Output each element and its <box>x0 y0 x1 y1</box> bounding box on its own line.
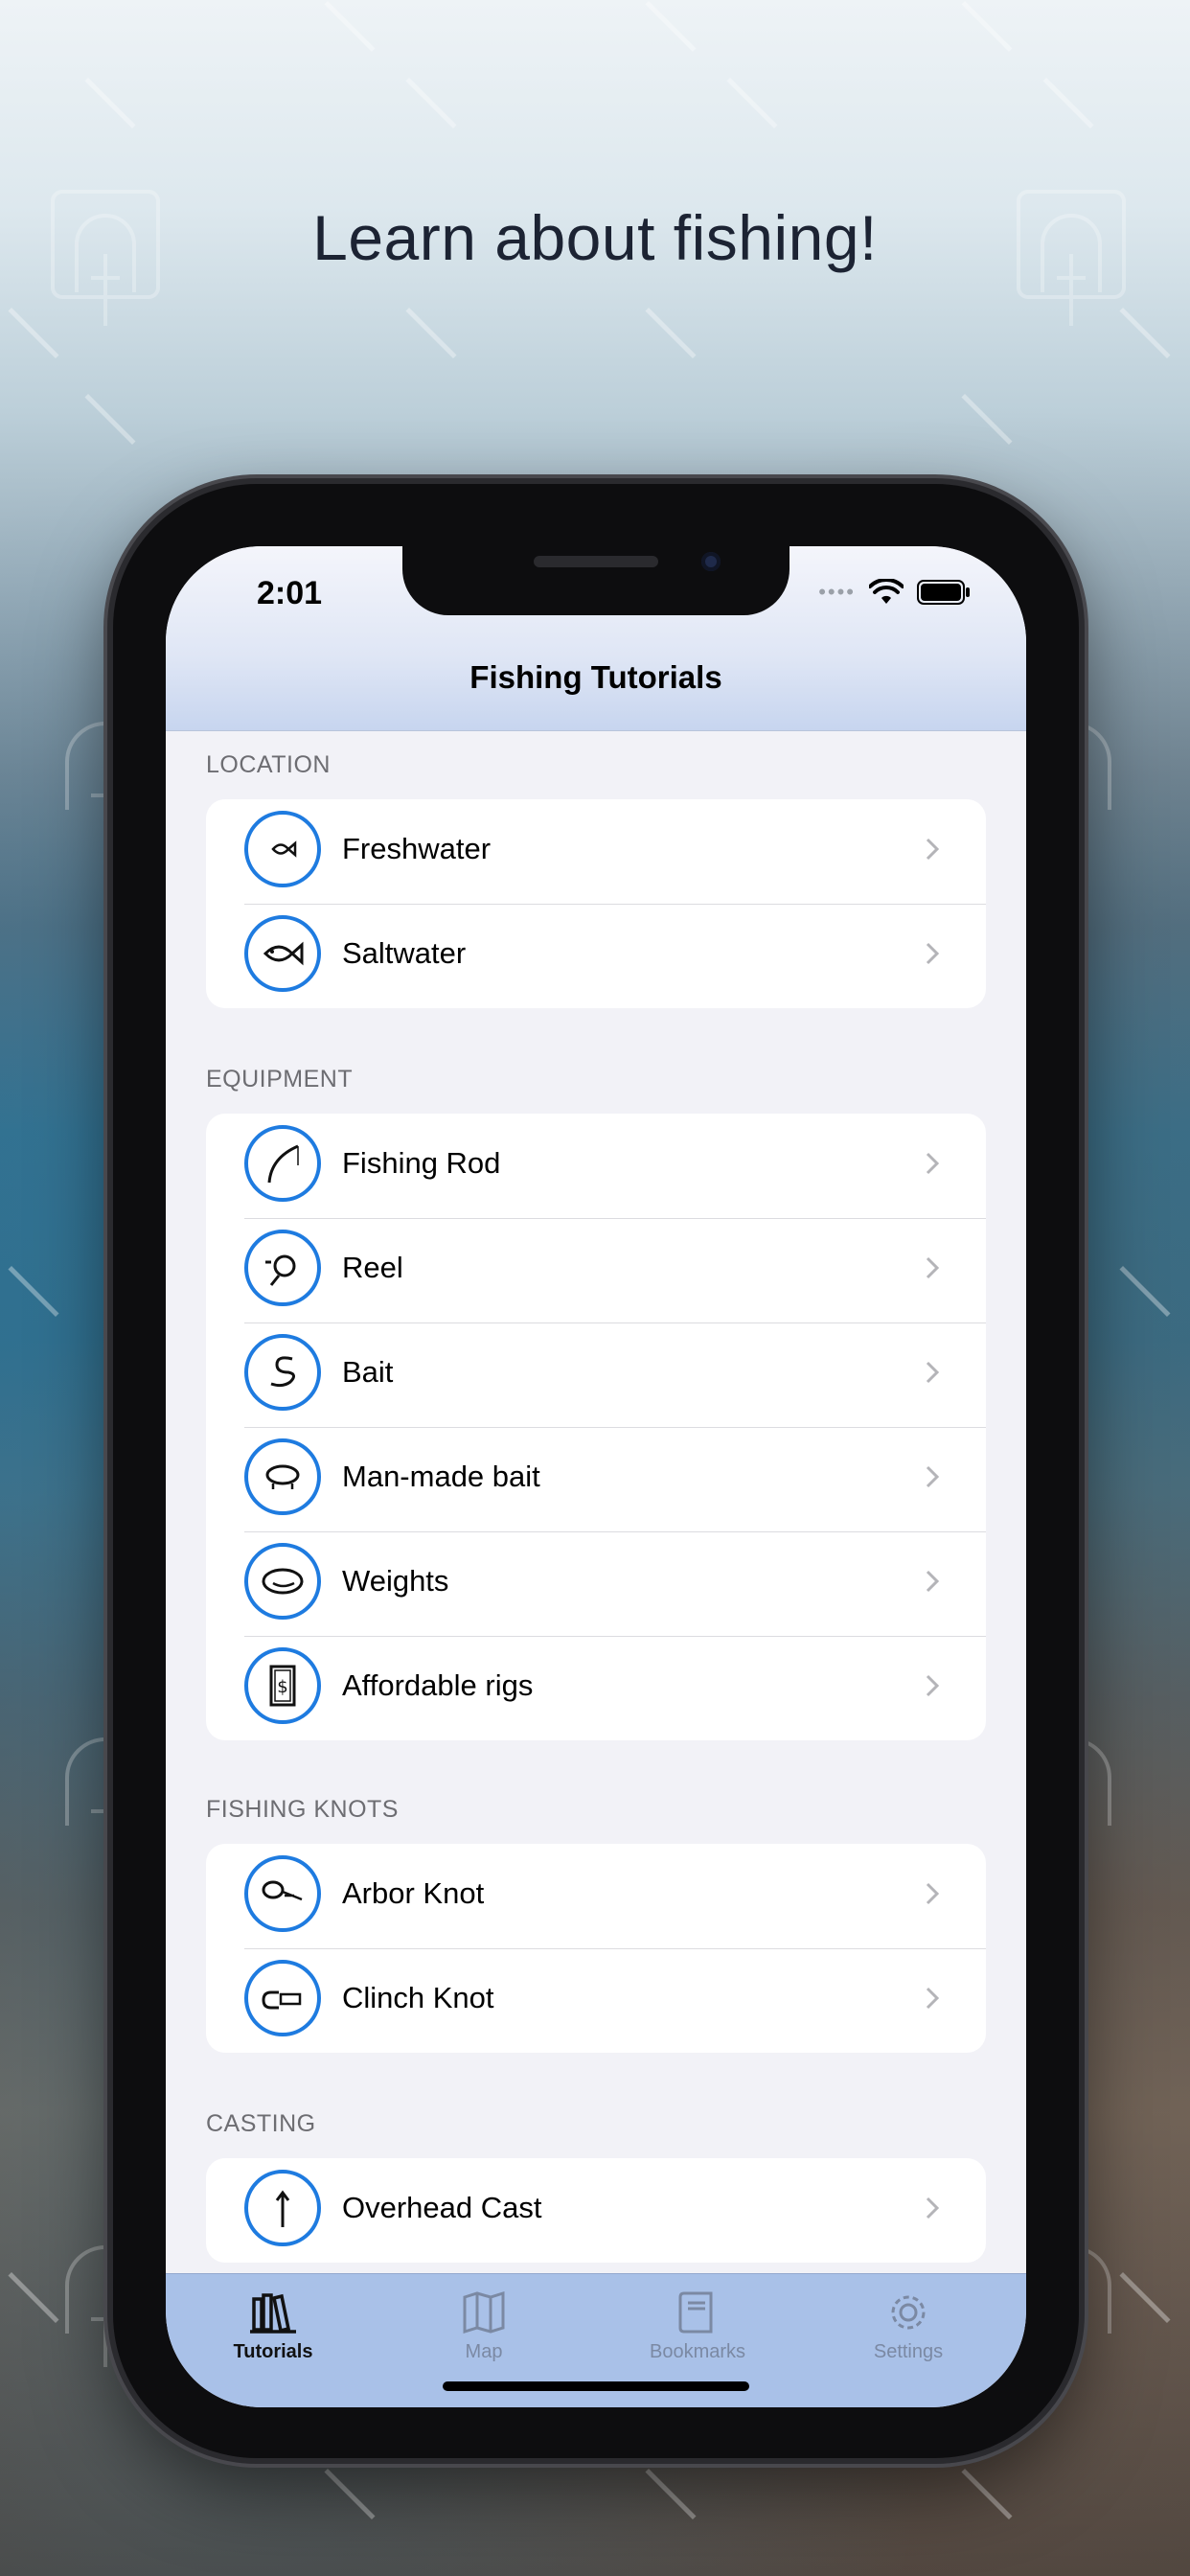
row-label: Weights <box>342 1564 449 1598</box>
tab-label: Settings <box>873 2341 944 2362</box>
row-label: Clinch Knot <box>342 1981 494 2014</box>
speaker-grille <box>534 556 658 567</box>
row-bait[interactable]: Bait <box>206 1322 986 1427</box>
row-label: Arbor Knot <box>342 1876 485 1910</box>
row-clinch-knot[interactable]: Clinch Knot <box>206 1948 986 2053</box>
row-weights[interactable]: Weights <box>206 1531 986 1636</box>
row-label: Fishing Rod <box>342 1146 501 1180</box>
nav-title: Fishing Tutorials <box>469 659 722 695</box>
chevron-right-icon <box>926 1361 940 1384</box>
tab-settings[interactable]: Settings <box>832 2289 985 2376</box>
group-fishing-knots: Arbor Knot Clinch Knot <box>206 1844 986 2053</box>
tutorial-list[interactable]: LOCATION Freshwater Saltwater EQUIPMENT <box>166 730 1026 2273</box>
chevron-right-icon <box>926 1987 940 2010</box>
arrow-up-icon <box>244 2170 321 2246</box>
fish-icon <box>244 915 321 992</box>
chevron-right-icon <box>926 1674 940 1697</box>
reel-icon <box>244 1230 321 1306</box>
chevron-right-icon <box>926 2196 940 2220</box>
books-icon <box>250 2293 296 2334</box>
row-saltwater[interactable]: Saltwater <box>206 904 986 1008</box>
section-header-casting: CASTING <box>206 2110 316 2137</box>
worm-icon <box>244 1334 321 1411</box>
clinch-knot-icon <box>244 1960 321 2036</box>
rod-icon <box>244 1125 321 1202</box>
dollar-icon: $ <box>244 1647 321 1724</box>
svg-text:$: $ <box>277 1677 287 1697</box>
chevron-right-icon <box>926 838 940 861</box>
headline: Learn about fishing! <box>312 202 878 273</box>
gear-icon <box>891 2295 926 2330</box>
row-reel[interactable]: Reel <box>206 1218 986 1322</box>
chevron-right-icon <box>926 1882 940 1905</box>
chevron-right-icon <box>926 1465 940 1488</box>
small-fish-icon <box>244 811 321 887</box>
signal-dots-icon: •••• <box>818 580 856 604</box>
row-label: Man-made bait <box>342 1460 540 1493</box>
row-fishing-rod[interactable]: Fishing Rod <box>206 1114 986 1218</box>
map-icon <box>463 2290 505 2334</box>
chevron-right-icon <box>926 1570 940 1593</box>
front-camera <box>701 552 721 571</box>
section-header-equipment: EQUIPMENT <box>206 1066 354 1092</box>
row-label: Freshwater <box>342 832 492 865</box>
tab-map[interactable]: Map <box>407 2289 561 2376</box>
arbor-knot-icon <box>244 1855 321 1932</box>
device-notch <box>402 546 790 615</box>
row-freshwater[interactable]: Freshwater <box>206 799 986 904</box>
app-screen: 2:01 •••• Fishing Tutorials LOCATION Fre… <box>166 546 1026 2407</box>
group-equipment: Fishing Rod Reel Bait Man-made bait Weig… <box>206 1114 986 1740</box>
home-indicator[interactable] <box>443 2381 749 2391</box>
row-label: Bait <box>342 1355 394 1389</box>
tab-label: Map <box>465 2341 503 2362</box>
wifi-icon <box>869 579 904 604</box>
lure-icon <box>244 1438 321 1515</box>
tab-label: Tutorials <box>233 2341 313 2362</box>
group-casting: Overhead Cast <box>206 2158 986 2263</box>
phone-mockup: 2:01 •••• Fishing Tutorials LOCATION Fre… <box>113 484 1079 2458</box>
row-label: Affordable rigs <box>342 1668 534 1702</box>
section-header-location: LOCATION <box>206 751 331 778</box>
row-man-made-bait[interactable]: Man-made bait <box>206 1427 986 1531</box>
tab-bookmarks[interactable]: Bookmarks <box>621 2289 774 2376</box>
weight-icon <box>244 1543 321 1620</box>
book-icon <box>678 2291 713 2334</box>
row-overhead-cast[interactable]: Overhead Cast <box>206 2158 986 2263</box>
status-time: 2:01 <box>257 575 323 611</box>
row-label: Overhead Cast <box>342 2191 542 2224</box>
group-location: Freshwater Saltwater <box>206 799 986 1008</box>
chevron-right-icon <box>926 1152 940 1175</box>
status-icons: •••• <box>818 579 971 606</box>
tab-label: Bookmarks <box>649 2341 746 2362</box>
chevron-right-icon <box>926 942 940 965</box>
section-header-fishing-knots: FISHING KNOTS <box>206 1796 399 1823</box>
chevron-right-icon <box>926 1256 940 1279</box>
row-arbor-knot[interactable]: Arbor Knot <box>206 1844 986 1948</box>
battery-icon <box>917 580 970 605</box>
row-label: Saltwater <box>342 936 467 970</box>
tab-tutorials[interactable]: Tutorials <box>196 2289 350 2376</box>
row-affordable-rigs[interactable]: $ Affordable rigs <box>206 1636 986 1740</box>
row-label: Reel <box>342 1251 403 1284</box>
